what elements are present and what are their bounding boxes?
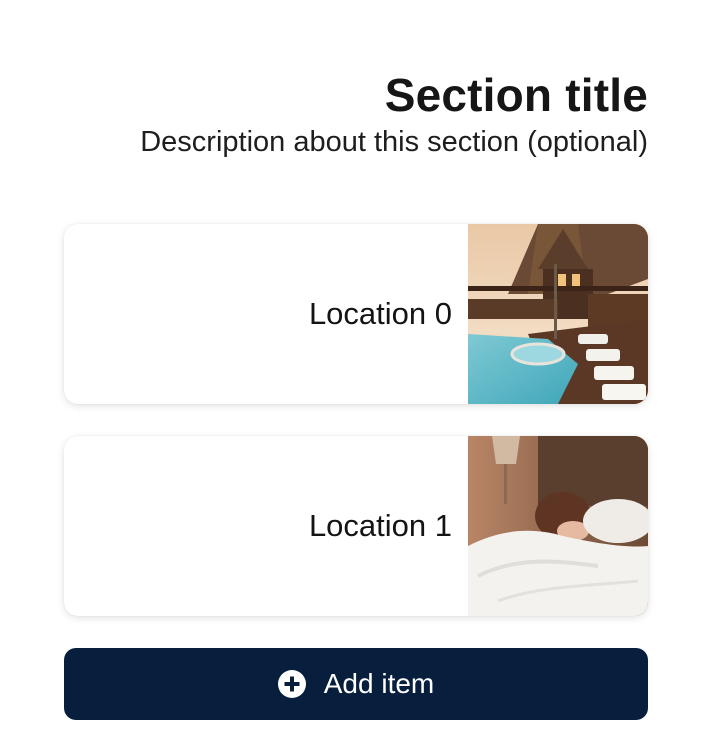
page: Section title Description about this sec… [0,0,712,752]
add-item-button[interactable]: Add item [64,648,648,720]
location-card[interactable]: Location 0 [64,224,648,404]
plus-circle-icon [277,670,306,698]
section-title: Section title [384,69,648,121]
section-description: Description about this section (optional… [140,126,648,158]
location-card[interactable]: Location 1 [64,436,648,616]
location-card-image [468,224,648,404]
add-item-label: Add item [323,668,435,699]
location-card-label: Location 1 [308,508,452,543]
location-card-label: Location 0 [308,296,452,331]
section-header: Section title Description about this sec… [140,68,648,160]
location-card-image [468,436,648,616]
